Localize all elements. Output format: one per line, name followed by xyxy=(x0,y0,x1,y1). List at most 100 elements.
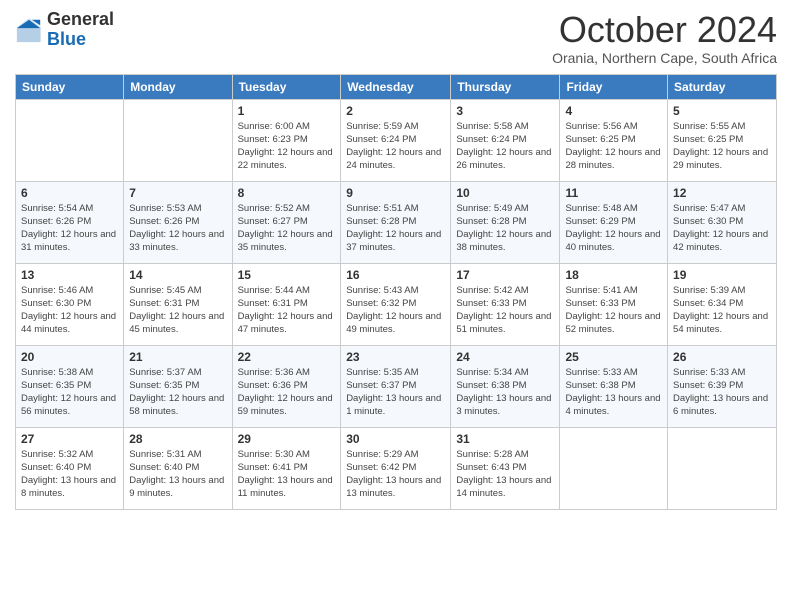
calendar-cell: 31 Sunrise: 5:28 AM Sunset: 6:43 PM Dayli… xyxy=(451,427,560,509)
day-number: 27 xyxy=(21,432,118,446)
day-number: 9 xyxy=(346,186,445,200)
col-tuesday: Tuesday xyxy=(232,74,341,99)
day-number: 19 xyxy=(673,268,771,282)
day-info: Sunrise: 5:39 AM Sunset: 6:34 PM Dayligh… xyxy=(673,284,771,337)
day-info: Sunrise: 5:35 AM Sunset: 6:37 PM Dayligh… xyxy=(346,366,445,419)
calendar-cell: 20 Sunrise: 5:38 AM Sunset: 6:35 PM Dayli… xyxy=(16,345,124,427)
calendar-cell: 14 Sunrise: 5:45 AM Sunset: 6:31 PM Dayli… xyxy=(124,263,232,345)
location-subtitle: Orania, Northern Cape, South Africa xyxy=(552,50,777,66)
calendar-week-row: 27 Sunrise: 5:32 AM Sunset: 6:40 PM Dayli… xyxy=(16,427,777,509)
day-number: 22 xyxy=(238,350,336,364)
calendar-cell: 11 Sunrise: 5:48 AM Sunset: 6:29 PM Dayli… xyxy=(560,181,668,263)
calendar-cell: 3Sunrise: 5:58 AM Sunset: 6:24 PM Daylig… xyxy=(451,99,560,181)
logo-blue: Blue xyxy=(47,30,114,50)
day-number: 14 xyxy=(129,268,226,282)
calendar-cell: 19 Sunrise: 5:39 AM Sunset: 6:34 PM Dayli… xyxy=(668,263,777,345)
calendar-cell: 10 Sunrise: 5:49 AM Sunset: 6:28 PM Dayli… xyxy=(451,181,560,263)
day-number: 3 xyxy=(456,104,554,118)
day-info: Sunrise: 5:45 AM Sunset: 6:31 PM Dayligh… xyxy=(129,284,226,337)
day-info: Sunrise: 5:47 AM Sunset: 6:30 PM Dayligh… xyxy=(673,202,771,255)
calendar-cell: 16 Sunrise: 5:43 AM Sunset: 6:32 PM Dayli… xyxy=(341,263,451,345)
calendar-cell: 17 Sunrise: 5:42 AM Sunset: 6:33 PM Dayli… xyxy=(451,263,560,345)
calendar-cell: 7Sunrise: 5:53 AM Sunset: 6:26 PM Daylig… xyxy=(124,181,232,263)
calendar-cell: 22 Sunrise: 5:36 AM Sunset: 6:36 PM Dayli… xyxy=(232,345,341,427)
day-number: 29 xyxy=(238,432,336,446)
day-number: 2 xyxy=(346,104,445,118)
calendar-cell: 13 Sunrise: 5:46 AM Sunset: 6:30 PM Dayli… xyxy=(16,263,124,345)
calendar-cell: 29 Sunrise: 5:30 AM Sunset: 6:41 PM Dayli… xyxy=(232,427,341,509)
day-info: Sunrise: 5:56 AM Sunset: 6:25 PM Dayligh… xyxy=(565,120,662,173)
calendar-week-row: 6 Sunrise: 5:54 AM Sunset: 6:26 PM Daylig… xyxy=(16,181,777,263)
logo-icon xyxy=(15,16,43,44)
calendar-cell: 27 Sunrise: 5:32 AM Sunset: 6:40 PM Dayli… xyxy=(16,427,124,509)
calendar-cell: 28 Sunrise: 5:31 AM Sunset: 6:40 PM Dayli… xyxy=(124,427,232,509)
day-number: 5 xyxy=(673,104,771,118)
calendar-cell: 12Sunrise: 5:47 AM Sunset: 6:30 PM Dayli… xyxy=(668,181,777,263)
day-info: Sunrise: 5:36 AM Sunset: 6:36 PM Dayligh… xyxy=(238,366,336,419)
day-info: Sunrise: 5:52 AM Sunset: 6:27 PM Dayligh… xyxy=(238,202,336,255)
calendar-cell: 8Sunrise: 5:52 AM Sunset: 6:27 PM Daylig… xyxy=(232,181,341,263)
day-number: 20 xyxy=(21,350,118,364)
day-info: Sunrise: 5:37 AM Sunset: 6:35 PM Dayligh… xyxy=(129,366,226,419)
calendar-cell xyxy=(124,99,232,181)
day-info: Sunrise: 5:32 AM Sunset: 6:40 PM Dayligh… xyxy=(21,448,118,501)
calendar-cell: 5 Sunrise: 5:55 AM Sunset: 6:25 PM Daylig… xyxy=(668,99,777,181)
day-info: Sunrise: 5:54 AM Sunset: 6:26 PM Dayligh… xyxy=(21,202,118,255)
calendar-week-row: 1Sunrise: 6:00 AM Sunset: 6:23 PM Daylig… xyxy=(16,99,777,181)
header: General Blue October 2024 Orania, Northe… xyxy=(15,10,777,66)
day-number: 28 xyxy=(129,432,226,446)
day-info: Sunrise: 5:33 AM Sunset: 6:39 PM Dayligh… xyxy=(673,366,771,419)
day-number: 4 xyxy=(565,104,662,118)
calendar-week-row: 20 Sunrise: 5:38 AM Sunset: 6:35 PM Dayli… xyxy=(16,345,777,427)
day-info: Sunrise: 5:31 AM Sunset: 6:40 PM Dayligh… xyxy=(129,448,226,501)
calendar-table: Sunday Monday Tuesday Wednesday Thursday… xyxy=(15,74,777,510)
day-number: 26 xyxy=(673,350,771,364)
day-info: Sunrise: 5:42 AM Sunset: 6:33 PM Dayligh… xyxy=(456,284,554,337)
day-info: Sunrise: 5:41 AM Sunset: 6:33 PM Dayligh… xyxy=(565,284,662,337)
day-info: Sunrise: 5:28 AM Sunset: 6:43 PM Dayligh… xyxy=(456,448,554,501)
day-number: 30 xyxy=(346,432,445,446)
calendar-cell: 4 Sunrise: 5:56 AM Sunset: 6:25 PM Daylig… xyxy=(560,99,668,181)
col-saturday: Saturday xyxy=(668,74,777,99)
day-number: 18 xyxy=(565,268,662,282)
calendar-cell: 30 Sunrise: 5:29 AM Sunset: 6:42 PM Dayli… xyxy=(341,427,451,509)
day-info: Sunrise: 5:51 AM Sunset: 6:28 PM Dayligh… xyxy=(346,202,445,255)
day-number: 16 xyxy=(346,268,445,282)
day-info: Sunrise: 5:55 AM Sunset: 6:25 PM Dayligh… xyxy=(673,120,771,173)
day-number: 11 xyxy=(565,186,662,200)
page: General Blue October 2024 Orania, Northe… xyxy=(0,0,792,520)
calendar-week-row: 13 Sunrise: 5:46 AM Sunset: 6:30 PM Dayli… xyxy=(16,263,777,345)
day-number: 7 xyxy=(129,186,226,200)
day-number: 31 xyxy=(456,432,554,446)
calendar-cell xyxy=(668,427,777,509)
calendar-header-row: Sunday Monday Tuesday Wednesday Thursday… xyxy=(16,74,777,99)
title-block: October 2024 Orania, Northern Cape, Sout… xyxy=(552,10,777,66)
day-number: 13 xyxy=(21,268,118,282)
col-monday: Monday xyxy=(124,74,232,99)
calendar-cell: 24Sunrise: 5:34 AM Sunset: 6:38 PM Dayli… xyxy=(451,345,560,427)
calendar-cell xyxy=(16,99,124,181)
day-number: 15 xyxy=(238,268,336,282)
day-info: Sunrise: 5:38 AM Sunset: 6:35 PM Dayligh… xyxy=(21,366,118,419)
calendar-cell: 15Sunrise: 5:44 AM Sunset: 6:31 PM Dayli… xyxy=(232,263,341,345)
day-info: Sunrise: 5:59 AM Sunset: 6:24 PM Dayligh… xyxy=(346,120,445,173)
calendar-cell xyxy=(560,427,668,509)
calendar-cell: 6 Sunrise: 5:54 AM Sunset: 6:26 PM Daylig… xyxy=(16,181,124,263)
col-thursday: Thursday xyxy=(451,74,560,99)
day-info: Sunrise: 5:48 AM Sunset: 6:29 PM Dayligh… xyxy=(565,202,662,255)
day-info: Sunrise: 5:30 AM Sunset: 6:41 PM Dayligh… xyxy=(238,448,336,501)
day-info: Sunrise: 5:43 AM Sunset: 6:32 PM Dayligh… xyxy=(346,284,445,337)
calendar-cell: 26 Sunrise: 5:33 AM Sunset: 6:39 PM Dayli… xyxy=(668,345,777,427)
day-number: 10 xyxy=(456,186,554,200)
day-info: Sunrise: 5:46 AM Sunset: 6:30 PM Dayligh… xyxy=(21,284,118,337)
day-number: 24 xyxy=(456,350,554,364)
day-number: 25 xyxy=(565,350,662,364)
calendar-cell: 2 Sunrise: 5:59 AM Sunset: 6:24 PM Daylig… xyxy=(341,99,451,181)
day-info: Sunrise: 5:49 AM Sunset: 6:28 PM Dayligh… xyxy=(456,202,554,255)
day-number: 17 xyxy=(456,268,554,282)
day-info: Sunrise: 5:33 AM Sunset: 6:38 PM Dayligh… xyxy=(565,366,662,419)
day-info: Sunrise: 5:29 AM Sunset: 6:42 PM Dayligh… xyxy=(346,448,445,501)
day-number: 23 xyxy=(346,350,445,364)
day-number: 6 xyxy=(21,186,118,200)
col-friday: Friday xyxy=(560,74,668,99)
